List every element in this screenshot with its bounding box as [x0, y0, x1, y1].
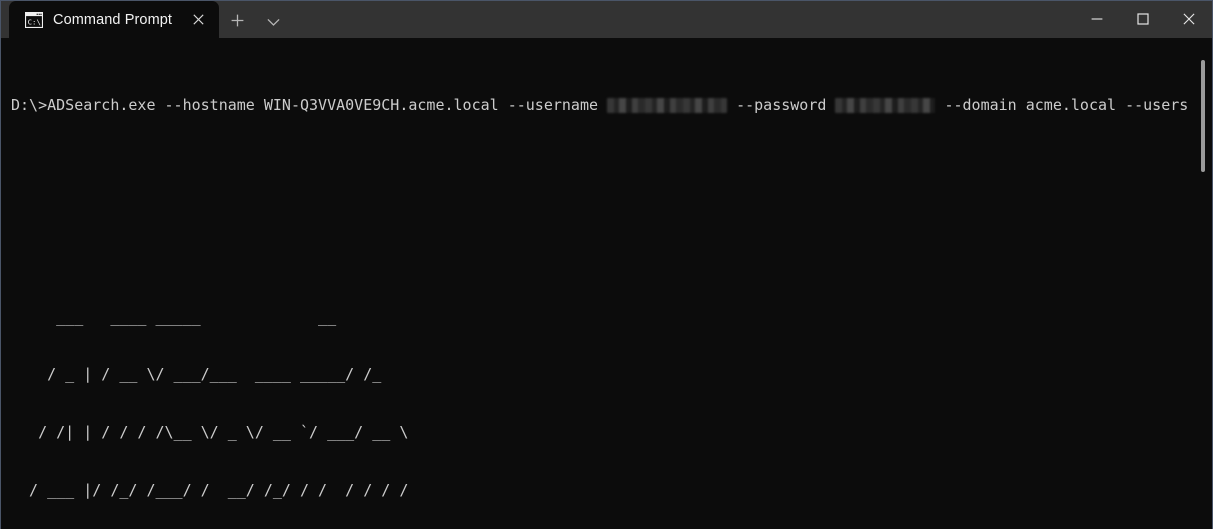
- terminal-window: C:\ Command Prompt D:\>ADSearch.exe --ho…: [0, 0, 1213, 529]
- close-icon: [1183, 10, 1195, 29]
- console-output: D:\>ADSearch.exe --hostname WIN-Q3VVA0VE…: [11, 38, 1194, 529]
- tab-title: Command Prompt: [53, 11, 173, 28]
- plus-icon: [231, 12, 244, 31]
- chevron-down-icon: [266, 12, 280, 31]
- close-button[interactable]: [1166, 1, 1212, 37]
- terminal-body[interactable]: D:\>ADSearch.exe --hostname WIN-Q3VVA0VE…: [1, 38, 1212, 529]
- maximize-icon: [1137, 10, 1149, 29]
- banner-line: / ___ |/ /_/ /___/ / __/ /_/ / / / / / /: [11, 480, 409, 499]
- command-part-1: ADSearch.exe --hostname WIN-Q3VVA0VE9CH.…: [47, 95, 608, 114]
- redacted-password: [835, 97, 936, 113]
- banner-line: / _ | / __ \/ ___/___ ____ _____/ /_: [11, 365, 382, 384]
- new-tab-button[interactable]: [219, 5, 255, 38]
- maximize-button[interactable]: [1120, 1, 1166, 37]
- window-controls: [1074, 1, 1212, 37]
- banner-line: ___ ____ _____ __: [11, 307, 337, 326]
- tab-command-prompt[interactable]: C:\ Command Prompt: [9, 1, 219, 38]
- command-part-3: --domain acme.local --users: [935, 95, 1189, 114]
- minimize-icon: [1091, 10, 1103, 29]
- tab-dropdown-button[interactable]: [255, 5, 291, 38]
- svg-text:C:\: C:\: [28, 17, 41, 26]
- scrollbar-thumb[interactable]: [1201, 60, 1205, 172]
- tab-close-icon[interactable]: [183, 6, 213, 34]
- title-bar: C:\ Command Prompt: [1, 1, 1212, 38]
- redacted-username: [607, 97, 728, 113]
- cmd-icon: C:\: [24, 11, 44, 28]
- command-line: D:\>ADSearch.exe --hostname WIN-Q3VVA0VE…: [11, 96, 1194, 115]
- minimize-button[interactable]: [1074, 1, 1120, 37]
- banner-line: / /| | / / / /\__ \/ _ \/ __ `/ ___/ __ …: [11, 423, 409, 441]
- scrollbar[interactable]: [1196, 38, 1212, 529]
- prompt: D:\>: [11, 95, 48, 114]
- command-part-2: --password: [727, 95, 836, 114]
